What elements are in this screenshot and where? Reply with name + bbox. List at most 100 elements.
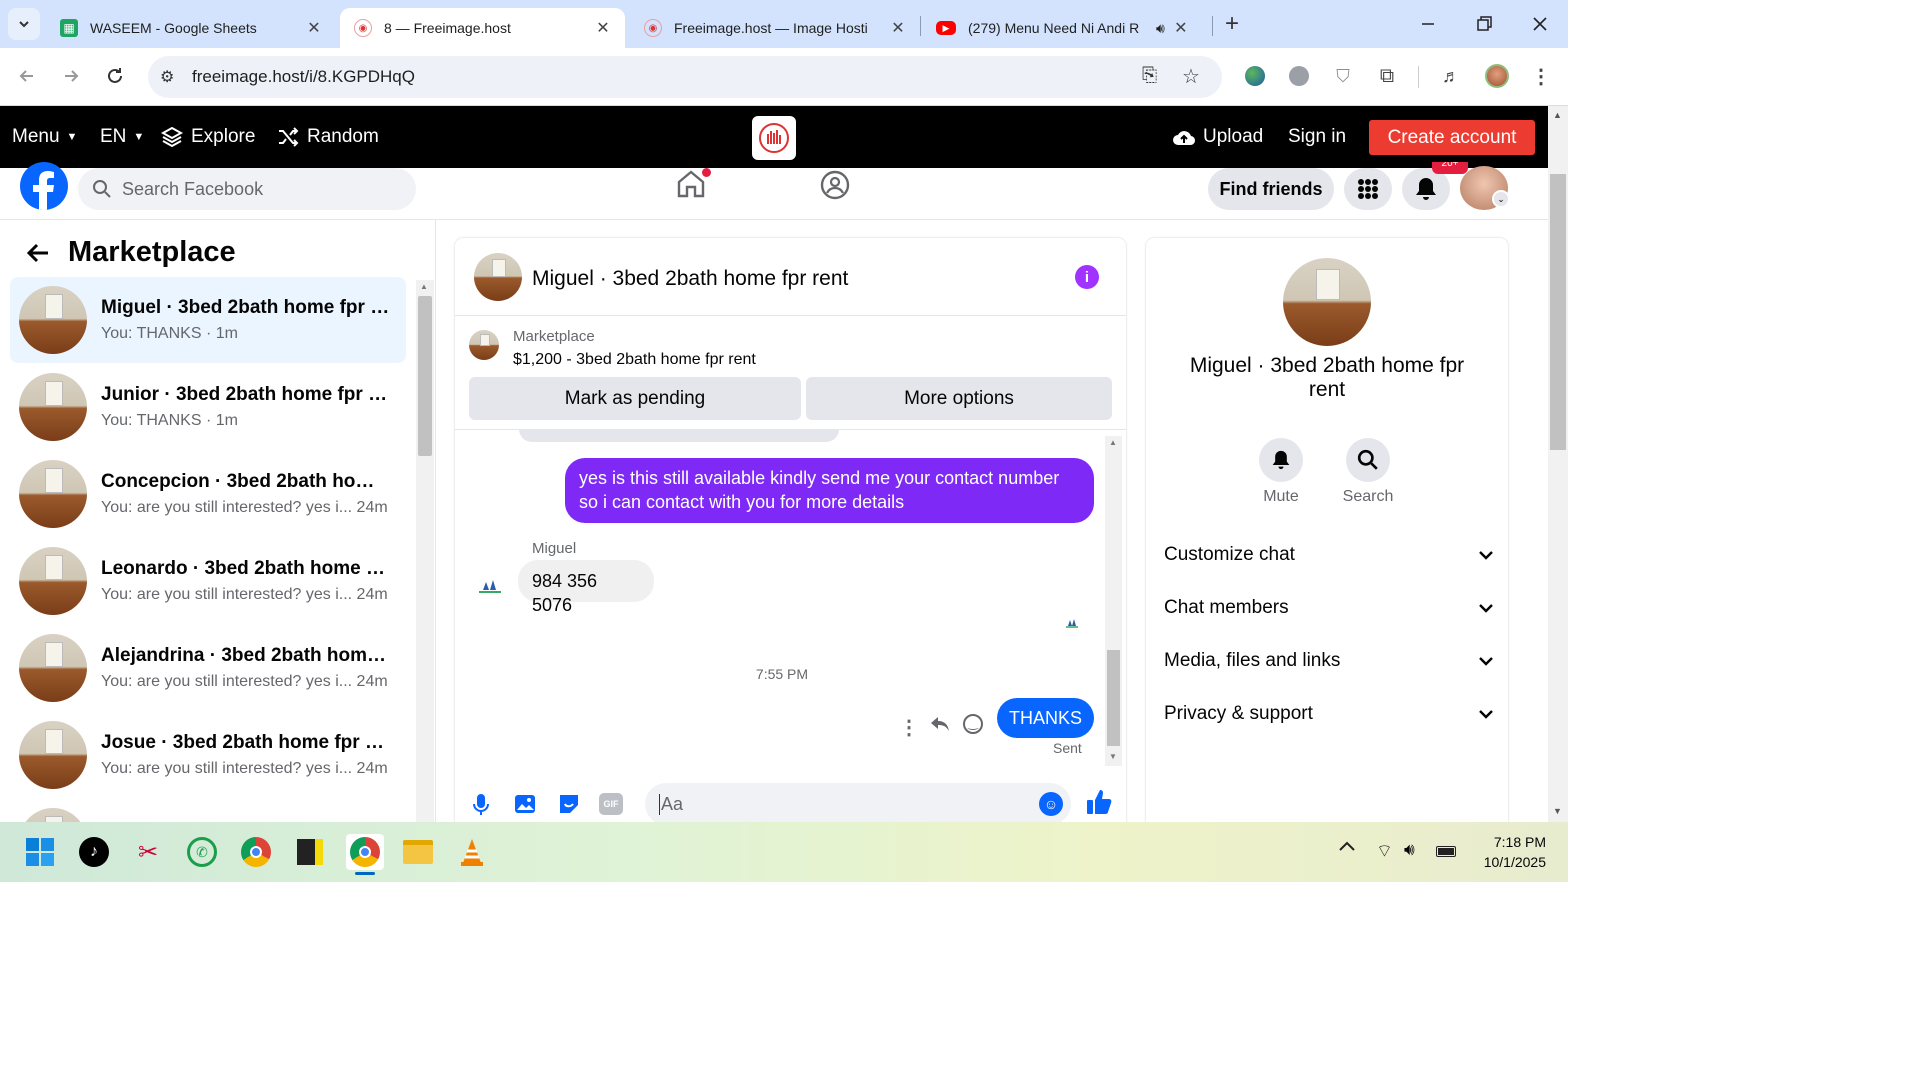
sticker-button[interactable] bbox=[557, 792, 581, 816]
tab-search-button[interactable] bbox=[8, 8, 40, 40]
file-explorer-icon[interactable] bbox=[400, 834, 436, 870]
speaker-icon[interactable]: 🔊︎ bbox=[1156, 20, 1165, 37]
react-emoji-icon[interactable]: ‿ bbox=[963, 714, 983, 734]
extension-globe-icon[interactable] bbox=[1242, 63, 1268, 89]
notifications-button[interactable] bbox=[1402, 168, 1450, 210]
gif-button[interactable]: GIF bbox=[599, 793, 623, 815]
random-link[interactable]: Random bbox=[276, 106, 379, 168]
wifi-icon[interactable]: ⌔ bbox=[1376, 840, 1393, 863]
page-scrollbar[interactable]: ▲ ▼ bbox=[1548, 106, 1568, 822]
install-app-icon[interactable]: ⎘ bbox=[1142, 65, 1157, 87]
find-friends-button[interactable]: Find friends bbox=[1208, 168, 1334, 210]
language-dropdown[interactable]: EN ▼ bbox=[100, 106, 144, 168]
sticky-notes-icon[interactable] bbox=[292, 834, 328, 870]
scroll-down-arrow-icon[interactable]: ▼ bbox=[1553, 806, 1562, 816]
outgoing-message-bubble[interactable]: yes is this still available kindly send … bbox=[565, 458, 1094, 523]
volume-icon[interactable]: 🔊︎ bbox=[1404, 840, 1415, 860]
voice-clip-button[interactable] bbox=[471, 793, 491, 817]
freeimage-logo[interactable] bbox=[752, 116, 796, 160]
explore-link[interactable]: Explore bbox=[160, 106, 255, 168]
listing-thumbnail[interactable] bbox=[469, 330, 499, 360]
emoji-picker-icon[interactable]: ☺ bbox=[1039, 792, 1063, 816]
scrollbar-thumb[interactable] bbox=[1107, 650, 1120, 746]
customize-chat-section[interactable]: Customize chat bbox=[1164, 535, 1494, 575]
search-conversation-button[interactable] bbox=[1346, 438, 1390, 482]
clock-date[interactable]: 10/1/2025 bbox=[1470, 854, 1546, 870]
media-control-icon[interactable]: ♬ bbox=[1438, 63, 1464, 89]
back-button[interactable] bbox=[14, 63, 40, 89]
tiktok-app-icon[interactable]: ♪ bbox=[76, 834, 112, 870]
media-files-links-section[interactable]: Media, files and links bbox=[1164, 641, 1494, 681]
chrome-active-icon[interactable] bbox=[346, 834, 384, 870]
conversation-item[interactable]: Leonardo · 3bed 2bath home fp... You: are… bbox=[10, 538, 406, 624]
facebook-search-input[interactable]: Search Facebook bbox=[78, 168, 416, 210]
create-account-button[interactable]: Create account bbox=[1369, 120, 1535, 155]
info-icon[interactable]: i bbox=[1075, 265, 1099, 289]
attach-photo-button[interactable] bbox=[513, 792, 537, 816]
tab-freeimage-hosting[interactable]: ◉ Freeimage.host — Image Hosti ✕ bbox=[630, 8, 920, 48]
reply-icon[interactable] bbox=[930, 715, 950, 733]
whatsapp-app-icon[interactable]: ✆ bbox=[184, 834, 220, 870]
chrome-profile-icon[interactable] bbox=[238, 834, 274, 870]
incoming-message-bubble[interactable]: 984 356 5076 bbox=[518, 560, 654, 615]
profile-avatar[interactable] bbox=[1484, 63, 1510, 89]
upload-link[interactable]: Upload bbox=[1172, 106, 1263, 168]
profile-picture[interactable] bbox=[1283, 258, 1371, 346]
minimize-button[interactable] bbox=[1416, 14, 1440, 34]
chat-members-section[interactable]: Chat members bbox=[1164, 588, 1494, 628]
conversation-item-partial[interactable] bbox=[10, 799, 406, 822]
scrollbar-thumb[interactable] bbox=[1550, 174, 1566, 450]
message-input[interactable]: Aa ☺ bbox=[645, 783, 1071, 825]
extension-shield-icon[interactable]: ⛉ bbox=[1330, 63, 1356, 89]
close-tab-icon[interactable]: ✕ bbox=[1173, 18, 1189, 38]
chat-avatar[interactable] bbox=[474, 253, 522, 301]
menu-dropdown[interactable]: Menu ▼ bbox=[12, 106, 77, 168]
privacy-support-section[interactable]: Privacy & support bbox=[1164, 694, 1494, 734]
vlc-player-icon[interactable] bbox=[454, 834, 490, 870]
address-bar[interactable]: ⚙︎ freeimage.host/i/8.KGPDHqQ ⎘ ☆ bbox=[148, 56, 1222, 98]
tab-google-sheets[interactable]: ▦ WASEEM - Google Sheets ✕ bbox=[46, 8, 336, 48]
chat-title[interactable]: Miguel · 3bed 2bath home fpr rent bbox=[532, 267, 848, 291]
like-button[interactable] bbox=[1085, 788, 1113, 816]
mute-button[interactable] bbox=[1259, 438, 1303, 482]
listing-title[interactable]: $1,200 - 3bed 2bath home fpr rent bbox=[513, 351, 756, 369]
sign-in-link[interactable]: Sign in bbox=[1288, 106, 1346, 168]
conversation-item[interactable]: Concepcion · 3bed 2bath home ... You: are… bbox=[10, 451, 406, 537]
close-tab-icon[interactable]: ✕ bbox=[306, 18, 322, 38]
show-hidden-icons[interactable] bbox=[1338, 840, 1356, 852]
scroll-up-arrow-icon[interactable]: ▲ bbox=[1109, 438, 1117, 447]
tab-youtube[interactable]: ▶ (279) Menu Need Ni Andi R 🔊︎ ✕ bbox=[922, 8, 1212, 48]
bookmark-star-icon[interactable]: ☆ bbox=[1182, 64, 1200, 89]
conversation-item[interactable]: Alejandrina · 3bed 2bath home ... You: ar… bbox=[10, 625, 406, 711]
close-tab-icon[interactable]: ✕ bbox=[595, 18, 611, 38]
conversation-item[interactable]: Josue · 3bed 2bath home fpr rent You: are… bbox=[10, 712, 406, 798]
thanks-message-bubble[interactable]: THANKS bbox=[997, 698, 1094, 738]
scroll-down-arrow-icon[interactable]: ▼ bbox=[1109, 752, 1117, 761]
new-tab-button[interactable]: + bbox=[1220, 12, 1244, 36]
scroll-up-arrow-icon[interactable]: ▲ bbox=[1553, 110, 1562, 120]
close-window-button[interactable] bbox=[1528, 14, 1552, 34]
conversation-item[interactable]: Miguel · 3bed 2bath home fpr r... You: TH… bbox=[10, 277, 406, 363]
close-tab-icon[interactable]: ✕ bbox=[890, 18, 906, 38]
menu-grid-button[interactable] bbox=[1344, 168, 1392, 210]
snipping-tool-icon[interactable]: ✂ bbox=[130, 834, 166, 870]
extension-world-icon[interactable] bbox=[1286, 63, 1312, 89]
reload-button[interactable] bbox=[102, 63, 128, 89]
url-text[interactable]: freeimage.host/i/8.KGPDHqQ bbox=[192, 67, 415, 87]
sender-avatar[interactable] bbox=[477, 574, 503, 594]
chrome-menu-icon[interactable]: ⋮ bbox=[1528, 63, 1554, 89]
chat-scrollbar[interactable]: ▲ ▼ bbox=[1105, 436, 1122, 766]
scroll-up-arrow-icon[interactable]: ▲ bbox=[420, 282, 428, 291]
extensions-puzzle-icon[interactable]: ⧉ bbox=[1374, 63, 1400, 89]
mark-as-pending-button[interactable]: Mark as pending bbox=[469, 377, 801, 420]
inbox-scrollbar[interactable]: ▲ bbox=[416, 280, 434, 822]
conversation-item[interactable]: Junior · 3bed 2bath home fpr rent You: TH… bbox=[10, 364, 406, 450]
nav-home[interactable] bbox=[676, 168, 711, 200]
scrollbar-thumb[interactable] bbox=[418, 296, 432, 456]
nav-groups[interactable] bbox=[820, 170, 850, 200]
more-options-button[interactable]: More options bbox=[806, 377, 1112, 420]
clock-time[interactable]: 7:18 PM bbox=[1484, 834, 1546, 850]
start-button[interactable] bbox=[22, 834, 58, 870]
message-more-icon[interactable]: ⋮ bbox=[899, 715, 919, 740]
account-avatar[interactable]: ⌄ bbox=[1460, 166, 1510, 210]
